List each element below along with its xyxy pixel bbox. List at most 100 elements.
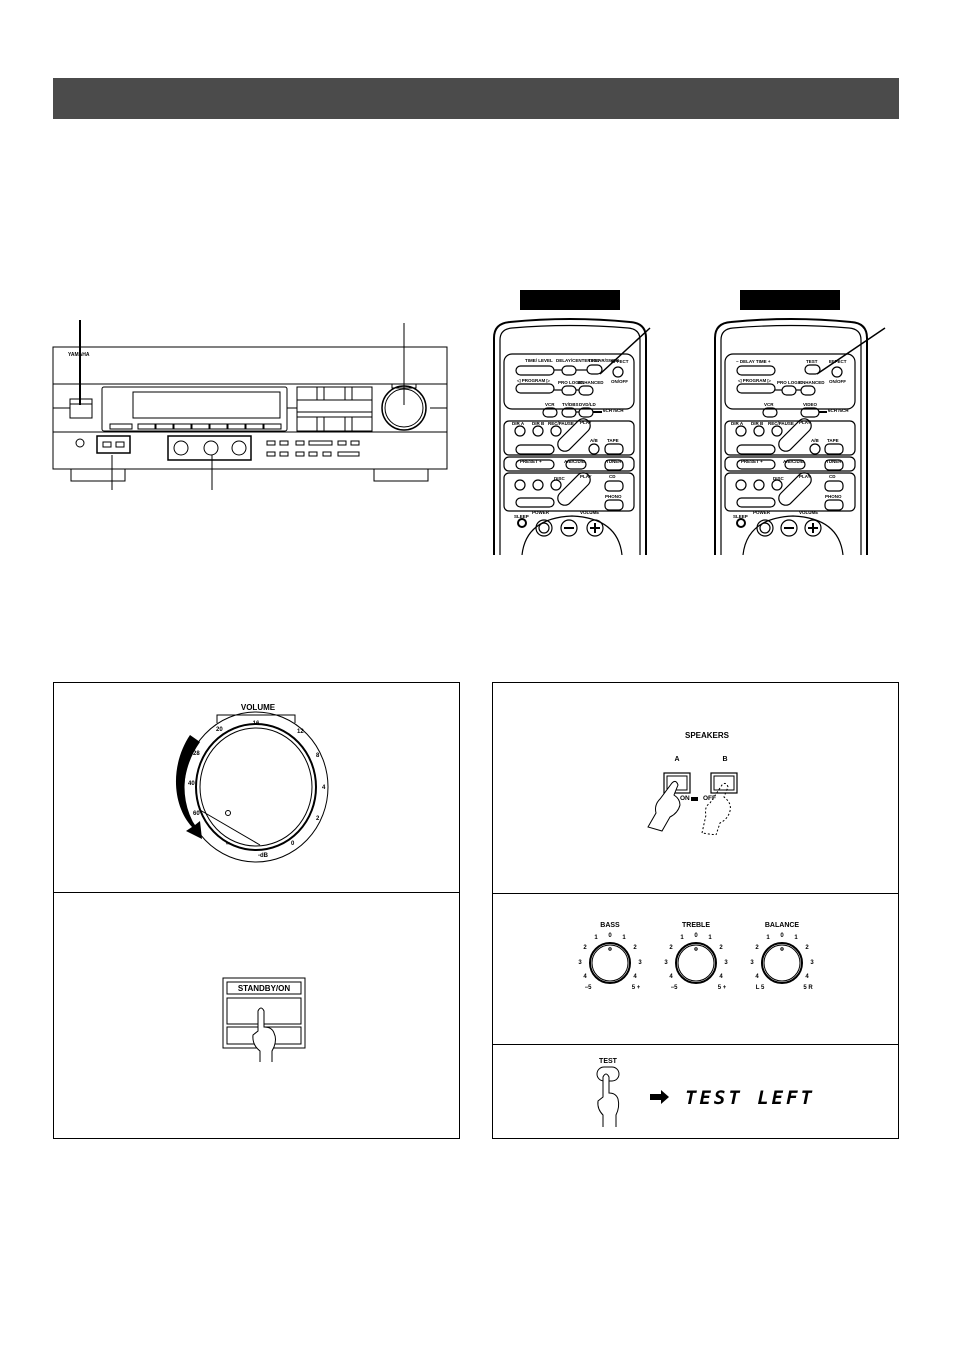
label-rec-pause: REC/PAUSE bbox=[768, 421, 794, 426]
label-power: POWER bbox=[532, 510, 550, 515]
section-header-bar bbox=[53, 78, 899, 119]
scale-db: -dB bbox=[258, 853, 269, 859]
scale-label: 3 bbox=[724, 960, 728, 966]
label-volume: VOLUME bbox=[799, 510, 818, 515]
scale-label: 4 bbox=[805, 974, 809, 980]
knob-title: BASS bbox=[600, 922, 620, 929]
label-vcr: VCR bbox=[545, 402, 555, 407]
speakers-illustration: SPEAKERS A B ON OFF bbox=[647, 731, 738, 835]
brand-logo: YAMAHA bbox=[68, 352, 90, 358]
label-time-level: TIME/ LEVEL bbox=[525, 358, 553, 363]
label-phono: PHONO bbox=[825, 494, 842, 499]
tone-knob-bass[interactable]: BASS 0 1 2 3 4 −5 1 2 3 4 5 + bbox=[578, 922, 642, 991]
scale-12: 12 bbox=[297, 729, 304, 735]
scale-label: 1 bbox=[594, 935, 598, 941]
label-abcde: A/B/C/D/E bbox=[783, 459, 804, 464]
scale-label: −5 bbox=[671, 985, 679, 991]
label-play-tape: PLAY bbox=[580, 420, 592, 425]
front-small-buttons bbox=[266, 440, 360, 457]
dsp-control-block bbox=[296, 386, 373, 432]
scale-label: 3 bbox=[578, 960, 582, 966]
receiver-front-panel: YAMAHA bbox=[52, 320, 448, 490]
tone-controls-front bbox=[167, 435, 252, 461]
callout-line-test-left bbox=[599, 327, 651, 375]
label-sleep: SLEEP bbox=[733, 514, 748, 519]
scale-label: 3 bbox=[664, 960, 668, 966]
label-play-tape: PLAY bbox=[799, 420, 811, 425]
tone-knobs-row: BASS 0 1 2 3 4 −5 1 2 3 4 5 + TREBLE 0 1 2 3 4 −5 1 2 3 4 5 + BA… bbox=[570, 915, 830, 995]
scale-label: 4 bbox=[669, 974, 673, 980]
label-test-left: TEST bbox=[588, 358, 600, 363]
input-selector-buttons bbox=[109, 423, 282, 430]
label-delay-time: − DELAY TIME + bbox=[736, 359, 771, 364]
scale-20: 20 bbox=[216, 727, 223, 733]
pressing-hand-icon bbox=[597, 1073, 620, 1127]
tone-knob-balance[interactable]: BALANCE 0 1 2 3 4 L 5 1 2 3 4 5 R bbox=[750, 922, 814, 991]
knob-ring bbox=[675, 942, 717, 984]
label-on-off: ON/OFF bbox=[611, 379, 628, 384]
knob-ring bbox=[589, 942, 631, 984]
knob-indicator bbox=[694, 947, 698, 951]
scale-label: 0 bbox=[780, 933, 784, 939]
label-tuner: TUNER bbox=[606, 459, 622, 464]
speakers-b-label: B bbox=[722, 756, 727, 763]
scale-label: 1 bbox=[680, 935, 684, 941]
label-program: ◁ PROGRAM ▷ bbox=[737, 378, 772, 383]
standby-on-label: STANDBY/ON bbox=[238, 984, 291, 993]
label-effect: EFFECT bbox=[611, 359, 629, 364]
label-dir-b: DIR B bbox=[751, 421, 764, 426]
test-button-label: TEST bbox=[599, 1058, 618, 1065]
label-cd: CD bbox=[829, 474, 836, 479]
label-rec-pause: REC/PAUSE bbox=[548, 421, 574, 426]
scale-16: 16 bbox=[253, 721, 260, 727]
display-readout: TEST LEFT bbox=[685, 1087, 815, 1109]
knob-ring bbox=[761, 942, 803, 984]
remote-control-right: − DELAY TIME + TEST EFFECT ON/OFF ◁ PROG… bbox=[714, 318, 886, 555]
scale-label: 5 + bbox=[632, 985, 641, 991]
callout-line-test-right bbox=[816, 327, 886, 375]
label-sleep: SLEEP bbox=[514, 514, 529, 519]
scale-label: 4 bbox=[583, 974, 587, 980]
knob-title: BALANCE bbox=[765, 922, 800, 929]
label-effect: EFFECT bbox=[829, 359, 847, 364]
remote-label-left bbox=[520, 290, 620, 310]
volume-title: VOLUME bbox=[241, 703, 276, 712]
scale-label: 0 bbox=[608, 933, 612, 939]
label-disc: DISC bbox=[554, 476, 566, 481]
scale-2: 2 bbox=[316, 816, 320, 822]
scale-label: 4 bbox=[755, 974, 759, 980]
speakers-a-label: A bbox=[674, 756, 679, 763]
remote-label-right bbox=[740, 290, 840, 310]
on-label: ON bbox=[680, 795, 690, 802]
scale-label: 0 bbox=[694, 933, 698, 939]
scale-label: 3 bbox=[638, 960, 642, 966]
scale-label: 2 bbox=[755, 945, 759, 951]
scale-label: 1 bbox=[794, 935, 798, 941]
pressing-hand-icon bbox=[252, 1007, 276, 1062]
scale-label: 3 bbox=[810, 960, 814, 966]
off-label: OFF bbox=[703, 795, 716, 802]
knob-title: TREBLE bbox=[682, 922, 710, 929]
scale-28: 28 bbox=[193, 751, 200, 757]
tone-knob-treble[interactable]: TREBLE 0 1 2 3 4 −5 1 2 3 4 5 + bbox=[664, 922, 728, 991]
label-dir-a: DIR A bbox=[731, 421, 744, 426]
test-illustration: TEST TEST LEFT bbox=[596, 1058, 815, 1127]
arrow-right-icon bbox=[650, 1090, 669, 1104]
speakers-title: SPEAKERS bbox=[685, 731, 730, 740]
scale-8: 8 bbox=[316, 753, 320, 759]
label-play-cd: PLAY bbox=[799, 474, 811, 479]
label-vcr: VCR bbox=[764, 402, 774, 407]
scale-label: 5 R bbox=[803, 985, 813, 991]
label-on-off: ON/OFF bbox=[829, 379, 846, 384]
label-enhanced: ENHANCED bbox=[799, 380, 825, 385]
scale-label: 4 bbox=[719, 974, 723, 980]
scale-label: 2 bbox=[719, 945, 723, 951]
label-video: VIDEO bbox=[803, 402, 818, 407]
label-tuner: TUNER bbox=[826, 459, 842, 464]
scale-label: 2 bbox=[633, 945, 637, 951]
label-tape: TAPE bbox=[827, 438, 839, 443]
label-preset: − PRESET + bbox=[737, 459, 763, 464]
label-disc: DISC bbox=[773, 476, 785, 481]
scale-label: 5 + bbox=[718, 985, 727, 991]
label-volume: VOLUME bbox=[580, 510, 599, 515]
